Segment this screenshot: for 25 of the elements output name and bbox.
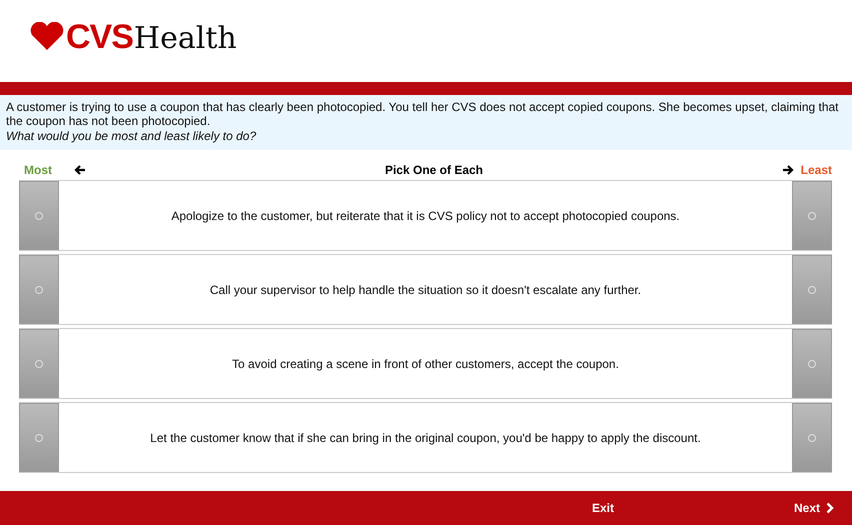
- option-text[interactable]: Let the customer know that if she can bring in the original coupon, you'd be happy to apply the discount.: [59, 403, 792, 472]
- most-radio-button[interactable]: [19, 255, 59, 324]
- least-radio-button[interactable]: [792, 181, 832, 250]
- instruction-title: Pick One of Each: [384, 163, 484, 177]
- option-text[interactable]: Call your supervisor to help handle the situation so it doesn't escalate any further.: [59, 255, 792, 324]
- least-radio-button[interactable]: [792, 255, 832, 324]
- prompt-text: A customer is trying to use a coupon that has clearly been photocopied. You tell her CVS does not accept copied coupons. She becomes upset, claiming that the coupon has not been photocopied.: [6, 100, 840, 128]
- least-label: Least: [800, 163, 832, 177]
- option-text[interactable]: Apologize to the customer, but reiterate that it is CVS policy not to accept photocopied coupons.: [59, 181, 792, 250]
- option-text[interactable]: To avoid creating a scene in front of other customers, accept the coupon.: [59, 329, 792, 398]
- prompt-question: What would you be most and least likely to do?: [6, 129, 258, 143]
- least-radio-button[interactable]: [792, 329, 832, 398]
- most-radio-button[interactable]: [19, 329, 59, 398]
- next-button[interactable]: Next: [794, 501, 834, 515]
- logo-brand: CVS: [66, 20, 133, 54]
- logo-suffix: Health: [134, 24, 237, 54]
- chevron-right-icon: [826, 502, 834, 514]
- most-radio-button[interactable]: [19, 403, 59, 472]
- arrow-left-icon[interactable]: [74, 165, 86, 175]
- most-radio-button[interactable]: [19, 181, 59, 250]
- least-radio-button[interactable]: [792, 403, 832, 472]
- most-label: Most: [24, 163, 53, 177]
- heart-icon: [30, 22, 64, 50]
- arrow-right-icon[interactable]: [782, 165, 794, 175]
- exit-button[interactable]: Exit: [592, 501, 614, 515]
